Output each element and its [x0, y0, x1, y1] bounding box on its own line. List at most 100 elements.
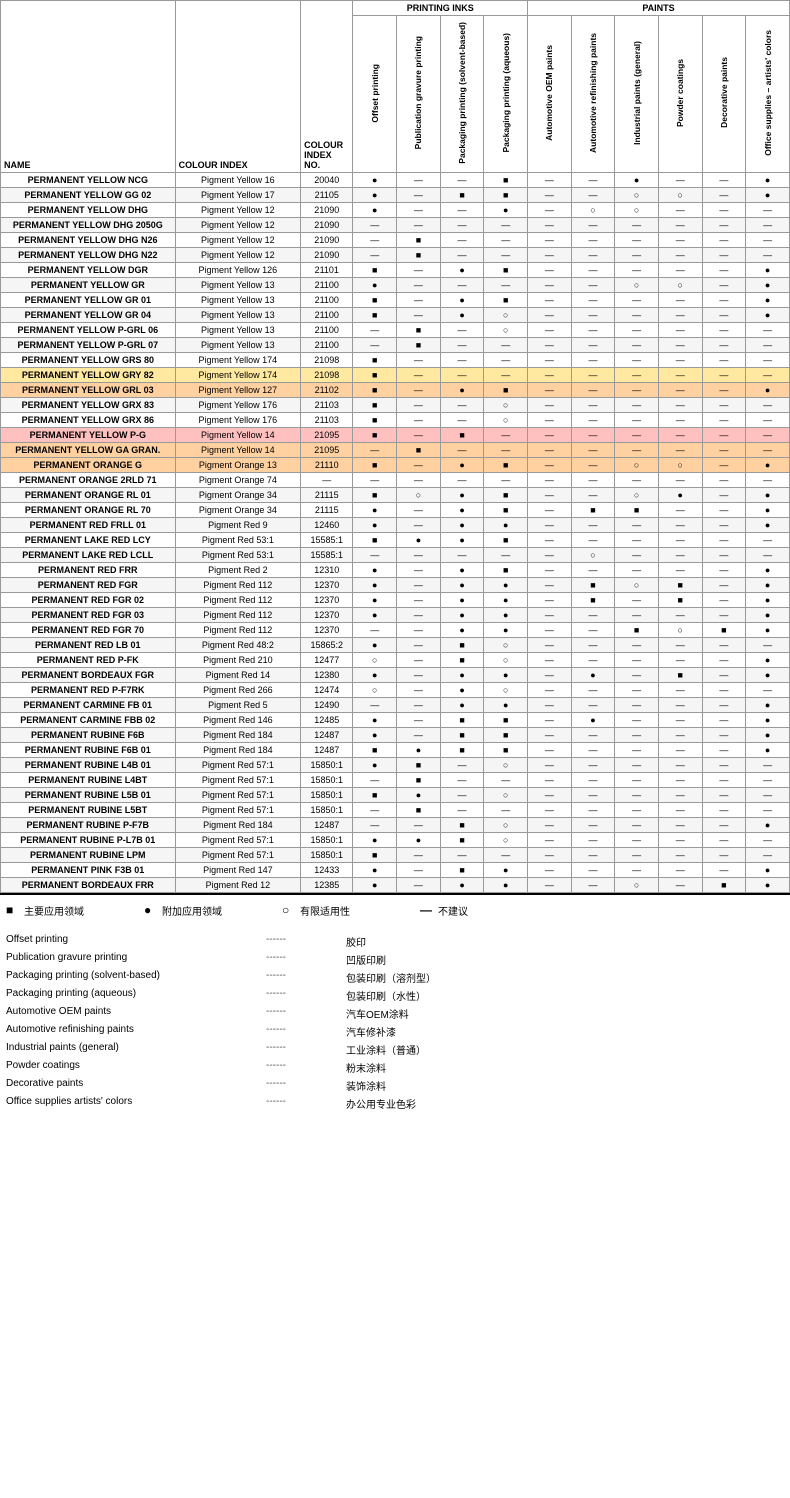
cell-data: ■ [484, 532, 528, 547]
cell-data: ■ [353, 742, 397, 757]
cell-data: — [397, 457, 441, 472]
cell-data: — [528, 862, 572, 877]
cell-data: ■ [484, 457, 528, 472]
cell-data: — [746, 682, 790, 697]
cell-data: — [615, 367, 659, 382]
cell-data: — [658, 442, 702, 457]
cell-data: — [615, 817, 659, 832]
cell-data: — [353, 547, 397, 562]
cell-data: — [440, 232, 484, 247]
cell-data: — [440, 397, 484, 412]
header-paints: PAINTS [528, 1, 790, 16]
cell-data: — [658, 367, 702, 382]
cell-data: ● [484, 517, 528, 532]
cell-data: ■ [397, 757, 441, 772]
cell-index: Pigment Yellow 13 [175, 292, 300, 307]
cell-data: ■ [484, 487, 528, 502]
trans-sep: ------ [266, 970, 346, 985]
cell-name: PERMANENT ORANGE G [1, 457, 176, 472]
cell-data: ● [484, 877, 528, 892]
cell-name: PERMANENT RED P-FK [1, 652, 176, 667]
cell-data: ● [353, 187, 397, 202]
table-row: PERMANENT RUBINE L4B 01Pigment Red 57:11… [1, 757, 790, 772]
trans-zh: 汽车OEM涂料 [346, 1006, 409, 1021]
cell-data: — [528, 547, 572, 562]
cell-data: ■ [353, 262, 397, 277]
cell-data: — [615, 712, 659, 727]
cell-no: 12380 [301, 667, 353, 682]
cell-data: — [397, 562, 441, 577]
cell-data: ● [484, 697, 528, 712]
cell-data: ■ [658, 577, 702, 592]
cell-data: ○ [484, 757, 528, 772]
trans-en: Automotive refinishing paints [6, 1024, 266, 1039]
cell-data: — [528, 577, 572, 592]
cell-data: — [353, 817, 397, 832]
cell-data: — [571, 247, 615, 262]
table-row: PERMANENT YELLOW GG 02Pigment Yellow 172… [1, 187, 790, 202]
cell-data: — [746, 802, 790, 817]
cell-data: — [615, 697, 659, 712]
cell-data: — [571, 622, 615, 637]
table-row: PERMANENT YELLOW DHGPigment Yellow 12210… [1, 202, 790, 217]
cell-data: — [440, 442, 484, 457]
trans-en: Powder coatings [6, 1060, 266, 1075]
cell-data: ● [484, 607, 528, 622]
cell-data: — [746, 847, 790, 862]
cell-data: — [528, 442, 572, 457]
cell-data: — [658, 322, 702, 337]
cell-data: ● [746, 577, 790, 592]
translation-section: Offset printing------胶印Publication gravu… [0, 928, 790, 1120]
table-row: PERMANENT YELLOW DGRPigment Yellow 12621… [1, 262, 790, 277]
col-header-7: Powder coatings [658, 16, 702, 173]
cell-data: — [571, 637, 615, 652]
cell-data: — [571, 652, 615, 667]
cell-data: — [397, 397, 441, 412]
cell-data: — [702, 292, 746, 307]
cell-no: 15850:1 [301, 802, 353, 817]
cell-no: 12487 [301, 742, 353, 757]
cell-data: ● [440, 877, 484, 892]
cell-data: ● [353, 862, 397, 877]
cell-data: — [440, 472, 484, 487]
cell-data: — [658, 547, 702, 562]
cell-data: — [702, 727, 746, 742]
cell-data: — [397, 172, 441, 187]
cell-data: — [528, 172, 572, 187]
cell-data: ● [746, 877, 790, 892]
cell-no: 12370 [301, 577, 353, 592]
table-row: PERMANENT YELLOW GR 01Pigment Yellow 132… [1, 292, 790, 307]
cell-data: ■ [397, 247, 441, 262]
cell-data: — [571, 487, 615, 502]
trans-en: Packaging printing (aqueous) [6, 988, 266, 1003]
cell-data: — [397, 202, 441, 217]
cell-no: 21102 [301, 382, 353, 397]
cell-data: ■ [440, 427, 484, 442]
col-header-5: Automotive refinishing paints [571, 16, 615, 173]
cell-data: ○ [484, 817, 528, 832]
cell-data: — [658, 352, 702, 367]
cell-data: — [615, 262, 659, 277]
header-printing-inks: PRINTING INKS [353, 1, 528, 16]
cell-data: — [528, 832, 572, 847]
cell-index: Pigment Red 48:2 [175, 637, 300, 652]
cell-no: 21095 [301, 442, 353, 457]
cell-data: — [658, 847, 702, 862]
cell-no: 12370 [301, 592, 353, 607]
cell-data: ● [440, 682, 484, 697]
cell-data: ■ [484, 562, 528, 577]
cell-data: — [658, 787, 702, 802]
cell-data: ■ [397, 442, 441, 457]
cell-data: — [440, 202, 484, 217]
cell-data: — [658, 247, 702, 262]
cell-data: — [571, 187, 615, 202]
cell-data: — [746, 547, 790, 562]
cell-data: — [702, 187, 746, 202]
table-row: PERMANENT YELLOW GRX 86Pigment Yellow 17… [1, 412, 790, 427]
cell-data: — [615, 562, 659, 577]
cell-data: — [353, 217, 397, 232]
cell-data: ○ [484, 787, 528, 802]
cell-index: Pigment Red 57:1 [175, 847, 300, 862]
cell-name: PERMANENT LAKE RED LCY [1, 532, 176, 547]
cell-data: — [658, 382, 702, 397]
